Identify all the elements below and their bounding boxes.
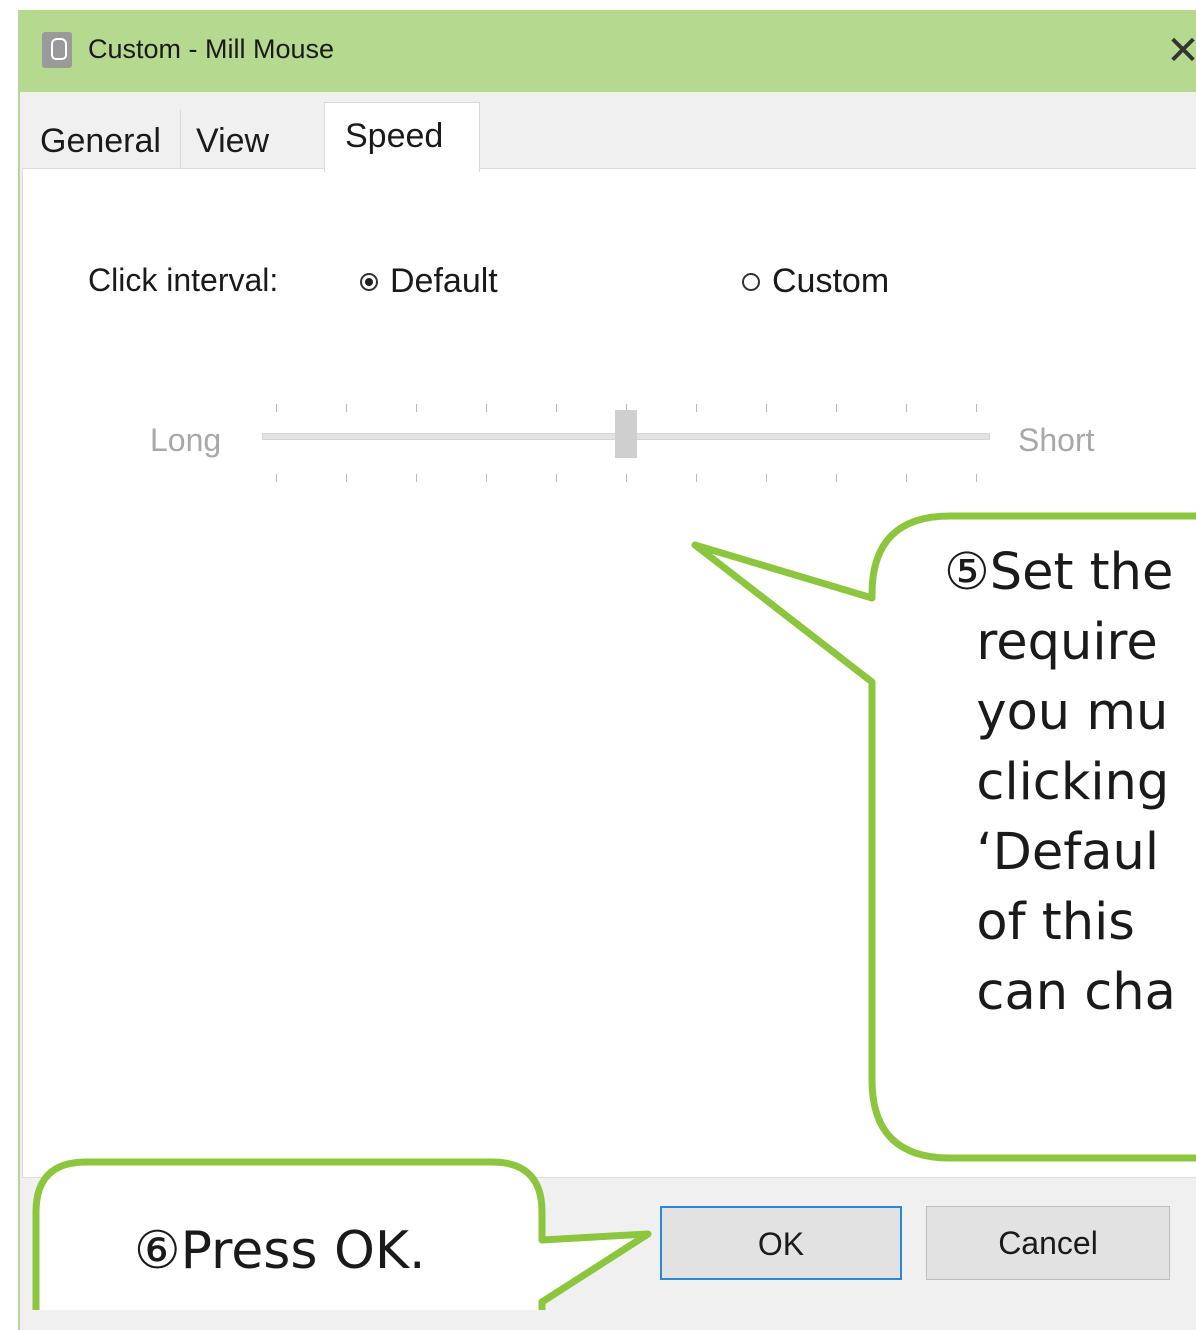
ok-button[interactable]: OK: [660, 1206, 902, 1280]
callout-step5-text: ⑤Set the require you mu clicking ‘Defaul…: [944, 543, 1176, 1022]
callout-step6-text: ⑥Press OK.: [134, 1221, 426, 1281]
cancel-button[interactable]: Cancel: [926, 1206, 1170, 1280]
